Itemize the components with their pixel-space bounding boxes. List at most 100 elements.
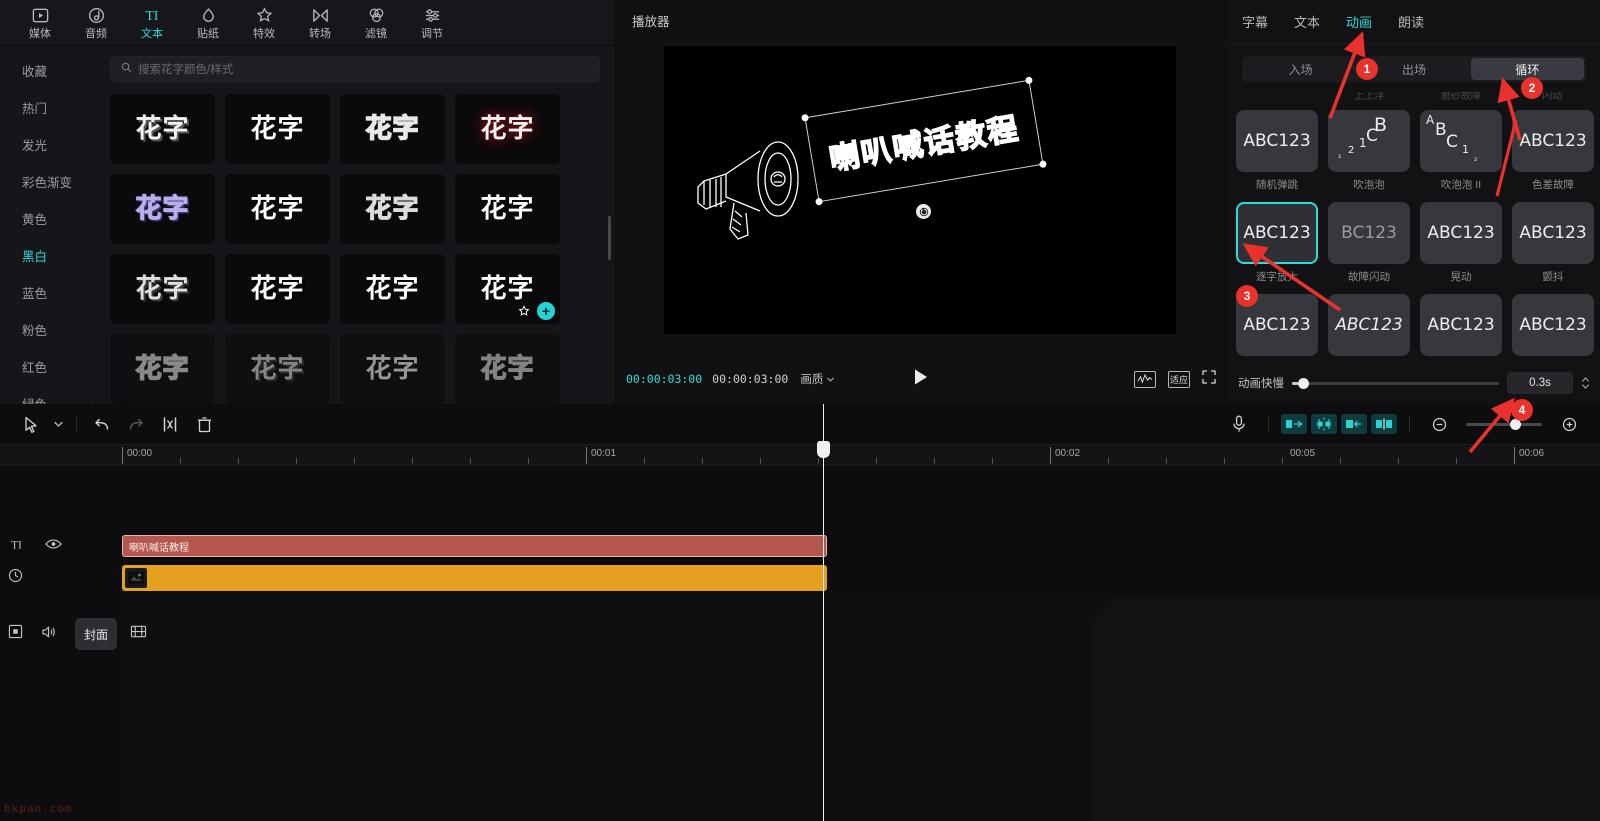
search-input[interactable]: 搜索花字颜色/样式 — [110, 56, 600, 82]
style-cell[interactable]: 花字 — [225, 254, 330, 324]
tab-subtitle[interactable]: 字幕 — [1242, 12, 1268, 31]
keyframe-burst-button[interactable] — [1311, 414, 1337, 434]
undo-button[interactable] — [85, 409, 119, 439]
preset-item[interactable]: ABC123 色差故障 — [1512, 110, 1594, 192]
tab-animation[interactable]: 动画 — [1346, 12, 1372, 31]
toolbar-item-filter[interactable]: 滤镜 — [348, 1, 404, 45]
preset-item[interactable]: A B C 1 ₂ 吹泡泡 II — [1420, 110, 1502, 192]
preset-item[interactable]: ABC123 缩放 — [1328, 294, 1410, 362]
category-item[interactable]: 绿色 — [0, 385, 95, 404]
toolbar-item-media[interactable]: 媒体 — [12, 1, 68, 45]
preset-item[interactable]: ABC123 颤抖 — [1512, 202, 1594, 284]
split-button[interactable] — [153, 409, 187, 439]
timeline-ruler[interactable]: 00:00 00:01 00:02 00:05 00:04 00:04 00:0… — [0, 444, 1600, 466]
keyframe-button-3[interactable] — [1341, 414, 1367, 434]
style-cell[interactable]: 花字 — [340, 254, 445, 324]
category-item[interactable]: 收藏 — [0, 52, 95, 89]
toolbar-item-adjust[interactable]: 调节 — [404, 1, 460, 45]
empty-track-area[interactable] — [122, 596, 1600, 821]
preset-item[interactable]: ₂ 2 1 C B 吹泡泡 — [1328, 110, 1410, 192]
add-style-button[interactable]: + — [537, 302, 555, 320]
favorite-star-icon[interactable] — [518, 305, 530, 317]
handle-top-right[interactable] — [1024, 76, 1033, 85]
toolbar-label: 文本 — [141, 28, 163, 40]
speed-slider[interactable] — [1292, 377, 1499, 389]
style-cell[interactable]: 花字 — [110, 254, 215, 324]
category-item[interactable]: 粉色 — [0, 311, 95, 348]
toolbar-item-sticker[interactable]: 贴纸 — [180, 1, 236, 45]
clipped-label: 磨砂故障 — [1440, 92, 1481, 102]
record-voice-button[interactable] — [1222, 409, 1256, 439]
player-controls: 00:00:03:00 00:00:03:00 画质 适应 — [614, 366, 1228, 392]
preset-item[interactable]: ABC123 随机弹跳 — [1236, 110, 1318, 192]
preset-item[interactable]: ABC123 晃动 — [1420, 202, 1502, 284]
style-cell[interactable]: 花字 — [225, 174, 330, 244]
timeline-area: 00:00 00:01 00:02 00:05 00:04 00:04 00:0… — [0, 404, 1600, 821]
fullscreen-icon[interactable] — [1202, 369, 1216, 389]
timeline-zoom-slider[interactable] — [1466, 418, 1542, 430]
mute-speaker-icon[interactable] — [41, 625, 57, 644]
tab-readaloud[interactable]: 朗读 — [1398, 12, 1424, 31]
video-clip[interactable] — [122, 565, 827, 591]
text-clip[interactable]: 喇叭喊话教程 — [122, 535, 827, 557]
play-button[interactable] — [913, 368, 929, 391]
category-item[interactable]: 热门 — [0, 89, 95, 126]
preset-item-selected[interactable]: ABC123 逐字放大 — [1236, 202, 1318, 284]
preset-item[interactable]: ABC123 缩放 II — [1420, 294, 1502, 362]
playhead[interactable] — [817, 404, 830, 821]
speed-stepper[interactable] — [1581, 376, 1590, 390]
style-cell[interactable]: 花字 — [225, 94, 330, 164]
toolbar-item-transition[interactable]: 转场 — [292, 1, 348, 45]
style-cell[interactable]: 花字 — [455, 174, 560, 244]
rotate-handle-icon[interactable] — [916, 204, 931, 219]
category-item[interactable]: 黄色 — [0, 200, 95, 237]
preset-item[interactable]: BC123 故障闪动 — [1328, 202, 1410, 284]
category-item[interactable]: 彩色渐变 — [0, 163, 95, 200]
handle-bottom-right[interactable] — [1038, 160, 1047, 169]
style-cell[interactable]: 花字 — [455, 94, 560, 164]
preset-item[interactable]: ABC123 超窄缩放 — [1512, 294, 1594, 362]
preview-canvas[interactable]: 喇叭喊话教程 — [664, 46, 1176, 334]
animation-preset-list[interactable]: 上上浮 磨砂故障 闪动 ABC123 随机弹跳 ₂ 2 1 C B 吹泡泡 A … — [1236, 92, 1594, 362]
select-tool-dropdown[interactable] — [48, 409, 68, 439]
style-cell[interactable]: 花字 — [455, 334, 560, 404]
speed-value[interactable]: 0.3s — [1507, 372, 1573, 394]
tab-text[interactable]: 文本 — [1294, 12, 1320, 31]
zoom-out-button[interactable] — [1422, 409, 1456, 439]
style-cell[interactable]: 花字 — [110, 174, 215, 244]
film-strip-icon[interactable] — [130, 624, 147, 644]
toolbar-item-effects[interactable]: 特效 — [236, 1, 292, 45]
slider-knob[interactable] — [1298, 377, 1309, 389]
segment-entrance[interactable]: 入场 — [1244, 58, 1357, 80]
waveform-icon[interactable] — [1134, 370, 1156, 388]
cover-button[interactable]: 封面 — [75, 618, 117, 650]
toolbar-item-text[interactable]: TI 文本 — [124, 1, 180, 45]
category-item[interactable]: 蓝色 — [0, 274, 95, 311]
style-cell[interactable]: 花字 — [110, 94, 215, 164]
library-scrollbar[interactable] — [608, 216, 611, 260]
handle-bottom-left[interactable] — [815, 197, 824, 206]
redo-button[interactable] — [119, 409, 153, 439]
fit-button[interactable]: 适应 — [1168, 370, 1190, 388]
quality-dropdown[interactable]: 画质 — [800, 371, 835, 387]
visibility-eye-icon[interactable] — [45, 537, 62, 555]
crop-frame-icon[interactable] — [8, 624, 23, 644]
mirror-button[interactable] — [1371, 414, 1397, 434]
delete-button[interactable] — [187, 409, 221, 439]
category-item[interactable]: 发光 — [0, 126, 95, 163]
toolbar-item-audio[interactable]: 音频 — [68, 1, 124, 45]
style-cell[interactable]: 花字 — [340, 334, 445, 404]
toolbar-label: 媒体 — [29, 28, 51, 40]
style-cell[interactable]: 花字 — [225, 334, 330, 404]
category-item-selected[interactable]: 黑白 — [0, 237, 95, 274]
style-cell-hovered[interactable]: 花字 + — [455, 254, 560, 324]
keyframe-button-1[interactable] — [1281, 414, 1307, 434]
zoom-in-button[interactable] — [1552, 409, 1586, 439]
playhead-handle[interactable] — [817, 441, 830, 458]
style-cell[interactable]: 花字 — [110, 334, 215, 404]
style-cell[interactable]: 花字 — [340, 174, 445, 244]
text-selection-box[interactable]: 喇叭喊话教程 — [801, 76, 1047, 206]
style-cell[interactable]: 花字 — [340, 94, 445, 164]
select-tool[interactable] — [14, 409, 48, 439]
category-item[interactable]: 红色 — [0, 348, 95, 385]
